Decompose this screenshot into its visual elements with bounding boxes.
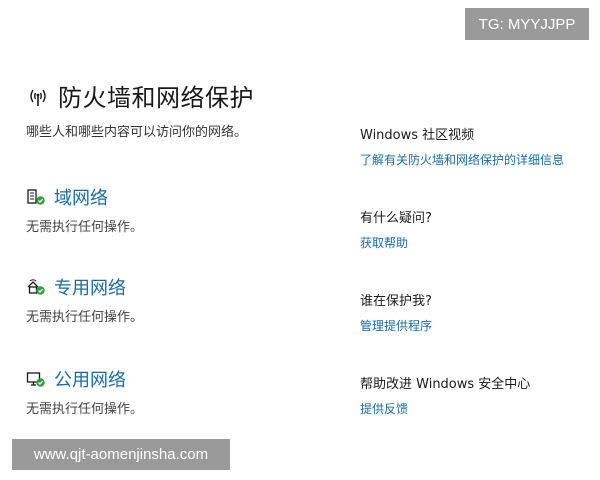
page-title: 防火墙和网络保护 (58, 84, 254, 112)
side-heading-questions: 有什么疑问? (360, 211, 432, 226)
get-help-link[interactable]: 获取帮助 (360, 234, 590, 251)
side-section-community-videos: Windows 社区视频 了解有关防火墙和网络保护的详细信息 (360, 124, 590, 168)
firewall-antenna-icon (30, 89, 46, 106)
network-status-public: 无需执行任何操作。 (26, 402, 144, 417)
domain-network-icon (27, 189, 45, 205)
network-status-domain: 无需执行任何操作。 (26, 220, 144, 235)
network-domain[interactable]: 域网络 无需执行任何操作。 (26, 184, 143, 235)
private-network-icon (27, 279, 45, 295)
network-public[interactable]: 公用网络 无需执行任何操作。 (26, 366, 143, 417)
network-private[interactable]: 专用网络 无需执行任何操作。 (26, 274, 143, 325)
side-section-feedback: 帮助改进 Windows 安全中心 提供反馈 (360, 373, 590, 417)
side-heading-feedback: 帮助改进 Windows 安全中心 (360, 377, 531, 392)
side-heading-who-protects: 谁在保护我? (360, 294, 432, 309)
page-header: 防火墙和网络保护 (26, 78, 254, 113)
watermark-top-right: TG: MYYJJPP (465, 8, 589, 40)
page-description: 哪些人和哪些内容可以访问你的网络。 (26, 125, 248, 140)
give-feedback-link[interactable]: 提供反馈 (360, 400, 590, 417)
network-name-domain[interactable]: 域网络 (54, 184, 108, 210)
side-section-questions: 有什么疑问? 获取帮助 (360, 207, 590, 251)
network-name-private[interactable]: 专用网络 (54, 274, 126, 300)
network-status-private: 无需执行任何操作。 (26, 310, 144, 325)
watermark-bottom-left: www.qjt-aomenjinsha.com (12, 439, 230, 470)
side-heading-community-videos: Windows 社区视频 (360, 128, 475, 143)
public-network-icon (26, 372, 45, 387)
manage-providers-link[interactable]: 管理提供程序 (360, 317, 590, 334)
side-section-who-protects: 谁在保护我? 管理提供程序 (360, 290, 590, 334)
network-name-public[interactable]: 公用网络 (54, 366, 126, 392)
learn-more-link[interactable]: 了解有关防火墙和网络保护的详细信息 (360, 151, 590, 168)
